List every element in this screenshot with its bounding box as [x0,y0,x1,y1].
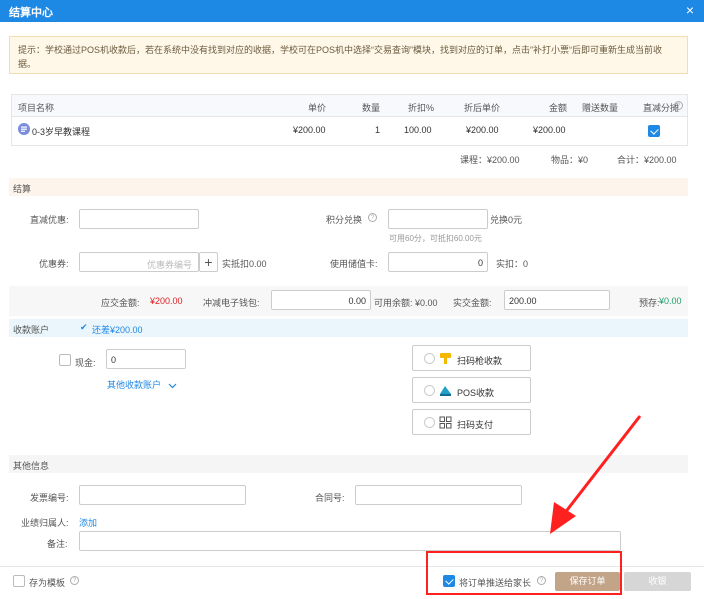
item-discount: 100.00 [404,125,432,135]
col-qty: 数量 [362,103,381,113]
scanner-gun-icon [440,353,451,364]
remaining-amount: 还差¥200.00 [92,325,143,335]
check-icon: ✔ [80,322,88,332]
table-header: 项目名称 单价 数量 折扣% 折后单价 金额 赠送数量 直减分摊 ? [12,95,687,117]
radio [424,353,435,364]
performance-label: 业绩归属人: [21,518,69,528]
prepaid-value: ¥0.00 [659,296,682,306]
direct-discount-label: 直减优惠: [30,215,69,225]
chevron-down-icon [168,383,176,388]
balance-label: 可用余额: ¥0.00 [374,298,438,308]
course-icon [18,123,30,135]
due-value: ¥200.00 [150,296,183,306]
points-hint: 可用60分，可抵扣60.00元 [389,234,482,243]
item-qty: 1 [375,125,381,135]
total-goods: 物品：¥0 [551,155,589,165]
title-bar: 结算中心 × [0,0,704,22]
cash-input[interactable]: 0 [106,349,186,369]
col-price: 单价 [308,103,327,113]
item-price: ¥200.00 [293,125,326,135]
stored-card-value: 0 [477,258,483,268]
cash-value: 0 [111,355,117,365]
item-name: 0-3岁早教课程 [32,127,91,137]
points-help-icon[interactable]: ? [368,213,377,222]
direct-discount-input[interactable] [79,209,199,229]
tip-text: 提示：学校通过POS机收款后，若在系统中没有找到对应的收据，学校可在POS机中选… [18,45,663,69]
pos-icon [440,386,451,396]
pos-label: POS收款 [457,388,495,398]
radio [424,417,435,428]
contract-input[interactable] [355,485,522,505]
qr-pay-button[interactable]: 扫码支付 [412,409,531,435]
total-course: 课程：¥200.00 [460,155,520,165]
invoice-label: 发票编号: [30,493,69,503]
stored-card-label: 使用储值卡: [330,259,378,269]
other-section-title: 其他信息 [13,461,50,471]
item-amount: ¥200.00 [533,125,566,135]
wallet-input[interactable]: 0.00 [271,290,371,310]
save-template-label: 存为模板 [29,578,66,588]
save-template-checkbox[interactable] [13,575,25,587]
points-input[interactable] [388,209,488,229]
coupon-add-button[interactable]: + [199,252,218,272]
pos-pay-button[interactable]: POS收款 [412,377,531,403]
wallet-value: 0.00 [348,296,366,306]
wallet-label: 冲减电子钱包: [203,298,260,308]
settle-section-header: 结算 [9,178,688,196]
account-section-header: 收款账户 ✔ 还差¥200.00 [9,319,688,337]
coupon-placeholder: 优惠券编号 [146,260,192,270]
direct-split-checkbox[interactable] [648,125,660,137]
coupon-deduct: 实抵扣0.00 [222,259,267,269]
invoice-input[interactable] [79,485,246,505]
stored-card-input[interactable]: 0 [388,252,488,272]
qr-code-icon [439,416,452,429]
account-section-title: 收款账户 [13,325,50,335]
tip-banner: 提示：学校通过POS机收款后，若在系统中没有找到对应的收据，学校可在POS机中选… [9,36,688,74]
cash-label: 现金: [75,358,96,368]
settle-section-title: 结算 [13,184,32,194]
cash-checkbox[interactable] [59,354,71,366]
col-gift-qty: 赠送数量 [582,103,619,113]
radio [424,385,435,396]
collect-button[interactable]: 收银 [624,572,691,591]
close-icon[interactable]: × [686,2,694,18]
scanner-gun-label: 扫码枪收款 [457,356,503,366]
window-title: 结算中心 [9,7,53,19]
template-help-icon[interactable]: ? [70,576,79,585]
col-amount: 金额 [549,103,568,113]
remark-label: 备注: [47,539,68,549]
col-discount: 折扣% [408,103,435,113]
items-table: 项目名称 单价 数量 折扣% 折后单价 金额 赠送数量 直减分摊 ? 0-3岁早… [11,94,688,146]
points-suffix: 兑换0元 [490,215,523,225]
col-discounted-price: 折后单价 [464,103,501,113]
contract-label: 合同号: [315,493,345,503]
prepaid-label: 预存: [639,298,660,308]
actual-input[interactable]: 200.00 [504,290,610,310]
highlight-box [426,551,622,595]
actual-value: 200.00 [509,296,537,306]
col-name: 项目名称 [18,103,55,113]
points-label: 积分兑换 [326,215,363,225]
stored-card-deduct: 实扣：0 [496,259,529,269]
arrow-icon [550,415,642,534]
help-icon[interactable]: ? [674,101,683,110]
coupon-input[interactable]: 优惠券编号 [79,252,199,272]
performance-add-link[interactable]: 添加 [79,516,97,529]
scanner-gun-pay-button[interactable]: 扫码枪收款 [412,345,531,371]
coupon-label: 优惠券: [39,259,69,269]
item-discounted-price: ¥200.00 [466,125,499,135]
qr-label: 扫码支付 [457,420,494,430]
due-label: 应交金额: [101,298,140,308]
other-accounts-link[interactable]: 其他收款账户 [107,378,177,391]
other-accounts-label: 其他收款账户 [107,380,162,390]
actual-label: 实交金额: [453,298,492,308]
total-sum: 合计：¥200.00 [617,155,677,165]
